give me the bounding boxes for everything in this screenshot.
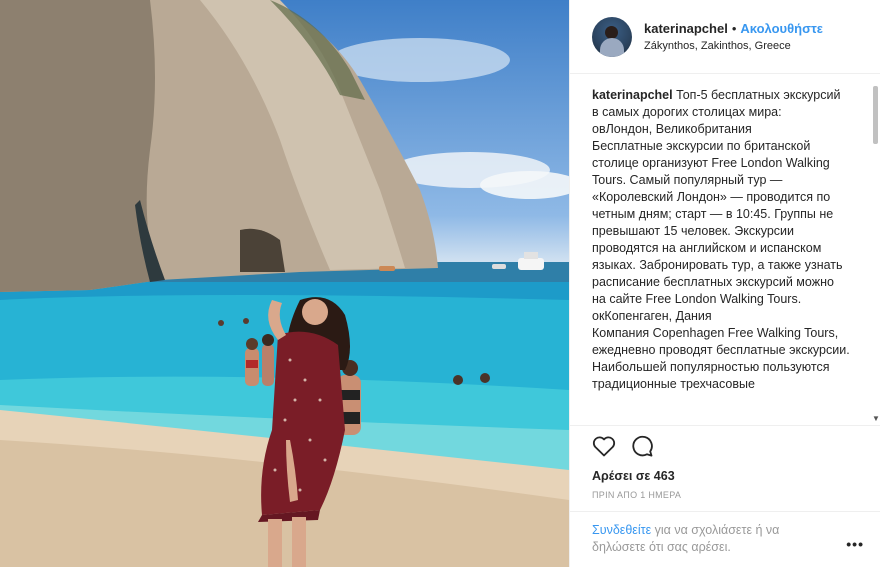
comment-login-prompt: Συνδεθείτε για να σχολιάσετε ή να δηλώσε… (570, 511, 880, 567)
separator-dot: • (731, 21, 737, 36)
likes-count[interactable]: Αρέσει σε 463 (570, 466, 880, 486)
scrollbar-thumb[interactable] (873, 86, 878, 144)
heart-icon[interactable] (592, 434, 616, 458)
location-link[interactable]: Zákynthos, Zakinthos, Greece (644, 40, 823, 52)
login-link[interactable]: Συνδεθείτε (592, 523, 651, 537)
header-text: katerinapchel • Ακολουθήστε Zákynthos, Z… (644, 21, 823, 52)
caption-text: Топ-5 бесплатных экскурсий в самых дорог… (592, 88, 850, 391)
more-options-button[interactable]: ••• (846, 536, 864, 553)
username-link[interactable]: katerinapchel (644, 21, 728, 36)
comments-scrollbar[interactable]: ▼ (872, 86, 880, 423)
avatar-head (605, 25, 618, 39)
beach-photo-illustration (0, 0, 569, 567)
caption: katerinapchel Топ-5 бесплатных экскурсий… (592, 87, 850, 393)
avatar[interactable] (592, 16, 632, 57)
comments-area[interactable]: katerinapchel Топ-5 бесплатных экскурсий… (570, 74, 880, 426)
post-header: katerinapchel • Ακολουθήστε Zákynthos, Z… (570, 0, 880, 74)
post-side-panel: katerinapchel • Ακολουθήστε Zákynthos, Z… (569, 0, 880, 567)
caption-username-link[interactable]: katerinapchel (592, 88, 673, 102)
comment-icon[interactable] (630, 434, 654, 458)
follow-button[interactable]: Ακολουθήστε (740, 21, 823, 36)
header-line: katerinapchel • Ακολουθήστε (644, 21, 823, 36)
post-photo[interactable] (0, 0, 569, 567)
action-bar (570, 426, 880, 466)
post-timestamp[interactable]: ΠΡΙΝ ΑΠΟ 1 ΗΜΕΡΑ (570, 486, 880, 506)
instagram-post: katerinapchel • Ακολουθήστε Zákynthos, Z… (0, 0, 880, 567)
scroll-down-arrow-icon[interactable]: ▼ (872, 414, 880, 423)
avatar-body (600, 37, 624, 57)
